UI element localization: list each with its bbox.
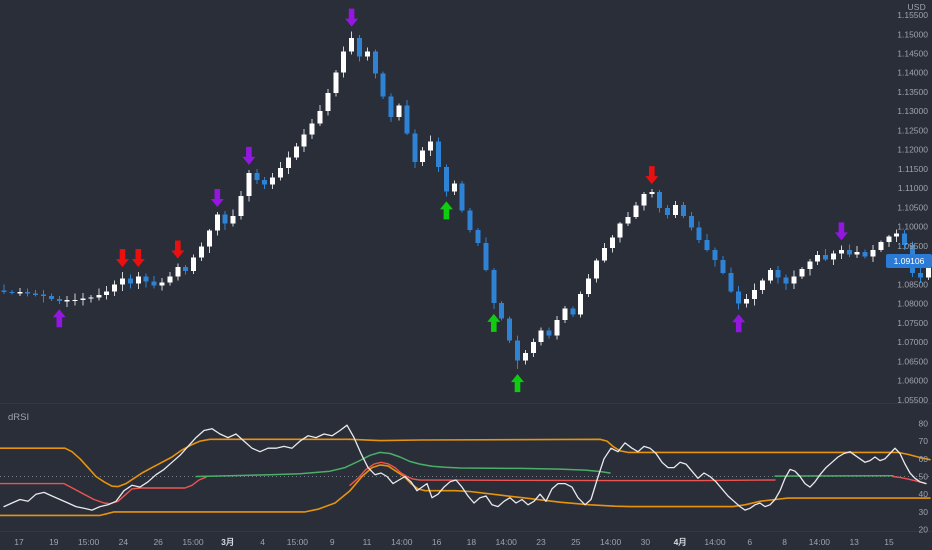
signal-arrow-down bbox=[211, 189, 224, 207]
signal-arrow-up bbox=[511, 374, 524, 392]
time-tick-label: 4 bbox=[260, 537, 265, 547]
time-tick-label: 14:00 bbox=[496, 537, 518, 547]
time-tick-label: 19 bbox=[49, 537, 59, 547]
time-tick-label: 13 bbox=[849, 537, 859, 547]
time-tick-label: 8 bbox=[782, 537, 787, 547]
time-tick-label: 9 bbox=[330, 537, 335, 547]
price-chart-canvas[interactable]: 1.155001.150001.145001.140001.135001.130… bbox=[0, 0, 932, 550]
rsi-tick-label: 40 bbox=[919, 489, 929, 499]
time-tick-label: 11 bbox=[363, 537, 372, 547]
price-tick-label: 1.07000 bbox=[897, 337, 928, 347]
price-tick-label: 1.11500 bbox=[898, 164, 928, 174]
time-tick-label: 23 bbox=[536, 537, 546, 547]
time-tick-label: 16 bbox=[432, 537, 442, 547]
time-tick-label: 4月 bbox=[674, 537, 687, 547]
time-tick-label: 3月 bbox=[221, 537, 234, 547]
time-tick-label: 30 bbox=[641, 537, 651, 547]
signal-arrow-down bbox=[116, 249, 129, 267]
time-tick-label: 26 bbox=[153, 537, 163, 547]
time-tick-label: 14:00 bbox=[704, 537, 726, 547]
price-tick-label: 1.14000 bbox=[897, 68, 928, 78]
time-tick-label: 14:00 bbox=[809, 537, 831, 547]
signal-arrow-down bbox=[345, 9, 358, 27]
price-tick-label: 1.06000 bbox=[897, 376, 928, 386]
time-tick-label: 17 bbox=[14, 537, 24, 547]
signal-arrow-down bbox=[171, 240, 184, 258]
price-tick-label: 1.13500 bbox=[897, 87, 928, 97]
price-tick-label: 1.12000 bbox=[897, 145, 928, 155]
chart-root: 1.155001.150001.145001.140001.135001.130… bbox=[0, 0, 932, 550]
indicator-label: dRSI bbox=[8, 412, 29, 423]
drsi-lower-band-line bbox=[0, 465, 930, 515]
time-tick-label: 15:00 bbox=[182, 537, 204, 547]
price-tick-label: 1.14500 bbox=[897, 49, 928, 59]
last-price-tag[interactable]: 1.09106 bbox=[886, 254, 932, 268]
rsi-tick-label: 80 bbox=[919, 418, 929, 428]
price-tick-label: 1.13000 bbox=[897, 106, 928, 116]
signal-arrow-up bbox=[487, 314, 500, 332]
price-tick-label: 1.06500 bbox=[897, 356, 928, 366]
drsi-signal-red-line bbox=[350, 462, 775, 485]
candlestick-series[interactable] bbox=[2, 32, 931, 370]
time-tick-label: 24 bbox=[119, 537, 129, 547]
time-tick-label: 18 bbox=[467, 537, 477, 547]
price-tick-label: 1.09500 bbox=[897, 241, 928, 251]
time-tick-label: 14:00 bbox=[391, 537, 413, 547]
time-tick-label: 15:00 bbox=[287, 537, 309, 547]
price-tick-label: 1.15000 bbox=[897, 29, 928, 39]
signal-arrow-down bbox=[132, 249, 145, 267]
signal-arrow-down bbox=[242, 147, 255, 165]
price-tick-label: 1.08500 bbox=[897, 279, 928, 289]
signal-arrows-layer bbox=[53, 9, 848, 393]
drsi-pane[interactable] bbox=[0, 425, 932, 515]
price-tick-label: 1.05500 bbox=[897, 395, 928, 405]
rsi-tick-label: 30 bbox=[919, 507, 929, 517]
time-tick-label: 6 bbox=[747, 537, 752, 547]
rsi-tick-label: 60 bbox=[919, 454, 929, 464]
rsi-tick-label: 70 bbox=[919, 436, 929, 446]
time-tick-label: 14:00 bbox=[600, 537, 622, 547]
time-tick-label: 15 bbox=[884, 537, 894, 547]
currency-label: USD bbox=[907, 2, 926, 12]
signal-arrow-up bbox=[732, 314, 745, 332]
price-tick-label: 1.12500 bbox=[897, 125, 928, 135]
signal-arrow-up bbox=[440, 201, 453, 219]
price-tick-label: 1.10500 bbox=[897, 202, 928, 212]
price-tick-label: 1.07500 bbox=[897, 318, 928, 328]
rsi-tick-label: 50 bbox=[919, 471, 929, 481]
axis-labels: 1.155001.150001.145001.140001.135001.130… bbox=[14, 10, 928, 547]
rsi-tick-label: 20 bbox=[919, 525, 929, 535]
time-tick-label: 25 bbox=[571, 537, 581, 547]
drsi-signal-green-line bbox=[196, 452, 610, 476]
signal-arrow-down bbox=[645, 166, 658, 184]
price-tick-label: 1.08000 bbox=[897, 299, 928, 309]
time-tick-label: 15:00 bbox=[78, 537, 100, 547]
price-tick-label: 1.11000 bbox=[898, 183, 928, 193]
price-tick-label: 1.10000 bbox=[897, 222, 928, 232]
signal-arrow-up bbox=[53, 309, 66, 327]
signal-arrow-down bbox=[835, 222, 848, 240]
